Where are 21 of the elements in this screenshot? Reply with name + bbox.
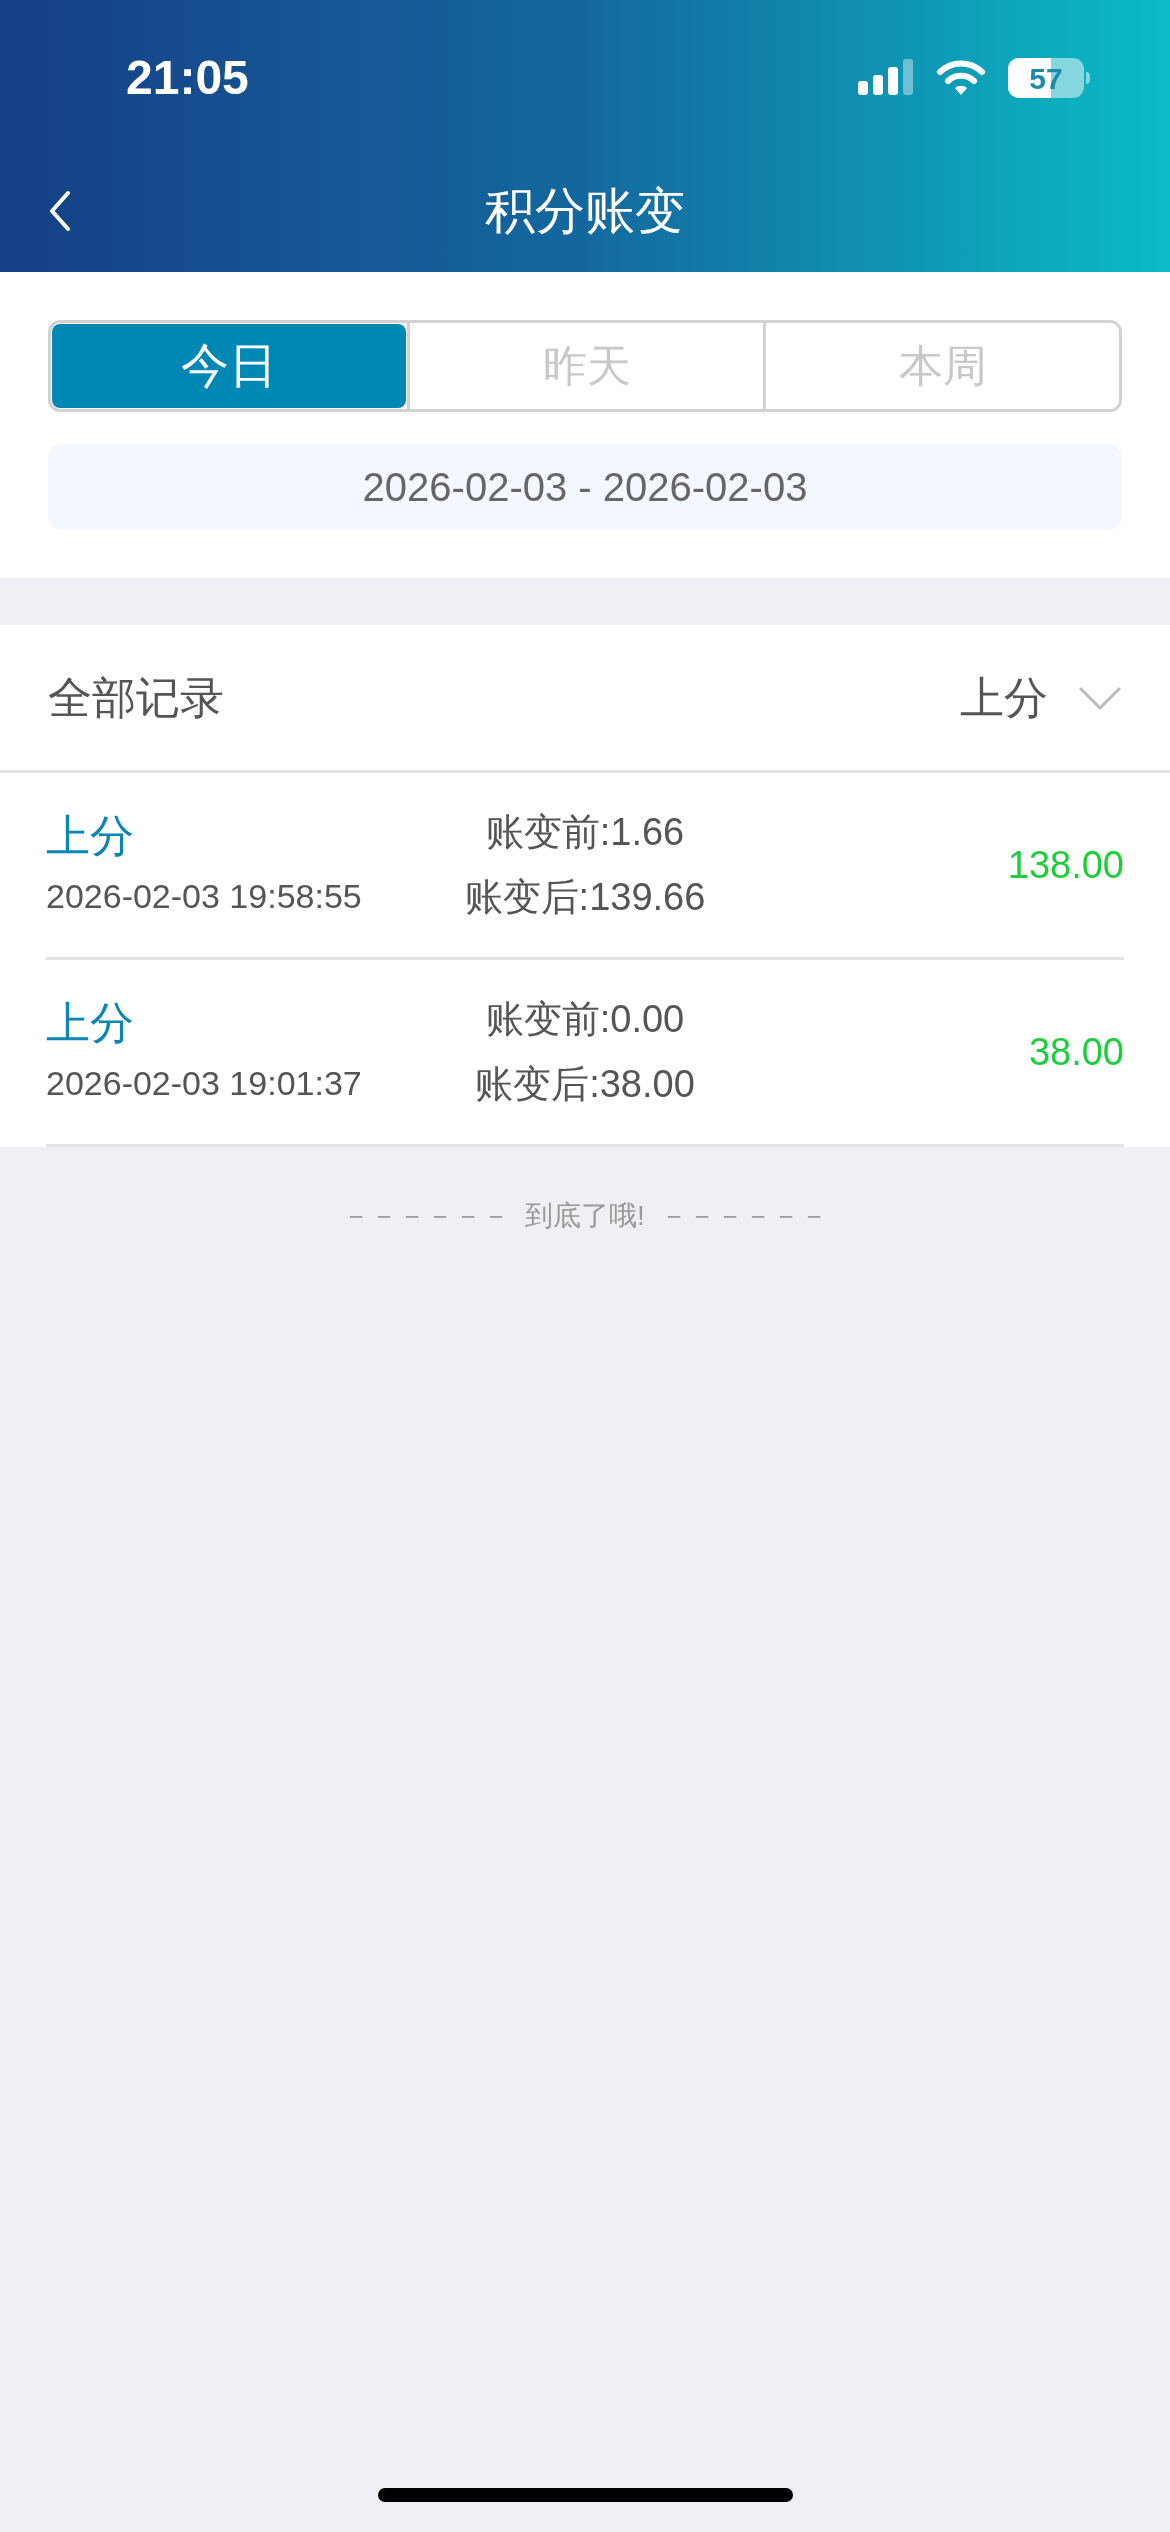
wifi-icon	[936, 59, 986, 97]
chevron-down-icon	[1078, 685, 1122, 710]
record-type: 上分	[46, 810, 135, 862]
end-of-list-note: －－－－－－ 到底了哦! －－－－－－	[341, 1199, 829, 1233]
balance-before: 账变前:0.00	[485, 997, 685, 1042]
signal-icon	[858, 59, 914, 97]
status-time: 21:05	[126, 50, 249, 106]
balance-after: 账变后:38.00	[475, 1062, 695, 1107]
date-range[interactable]: 2026-02-03 - 2026-02-03	[48, 444, 1122, 530]
filter-dropdown[interactable]: 上分	[960, 664, 1122, 731]
balance-before: 账变前:1.66	[485, 810, 685, 855]
record-time: 2026-02-03 19:58:55	[46, 876, 363, 917]
back-icon[interactable]	[48, 189, 72, 233]
record-type: 上分	[46, 997, 135, 1049]
record-amount: 38.00	[1028, 1029, 1124, 1075]
balance-after: 账变后:139.66	[464, 875, 706, 920]
page-title: 积分账变	[485, 181, 685, 241]
period-tab[interactable]: 今日	[52, 324, 406, 408]
filter-label: 全部记录	[48, 671, 224, 724]
record-time: 2026-02-03 19:01:37	[46, 1063, 363, 1104]
record-amount: 138.00	[1007, 842, 1124, 888]
